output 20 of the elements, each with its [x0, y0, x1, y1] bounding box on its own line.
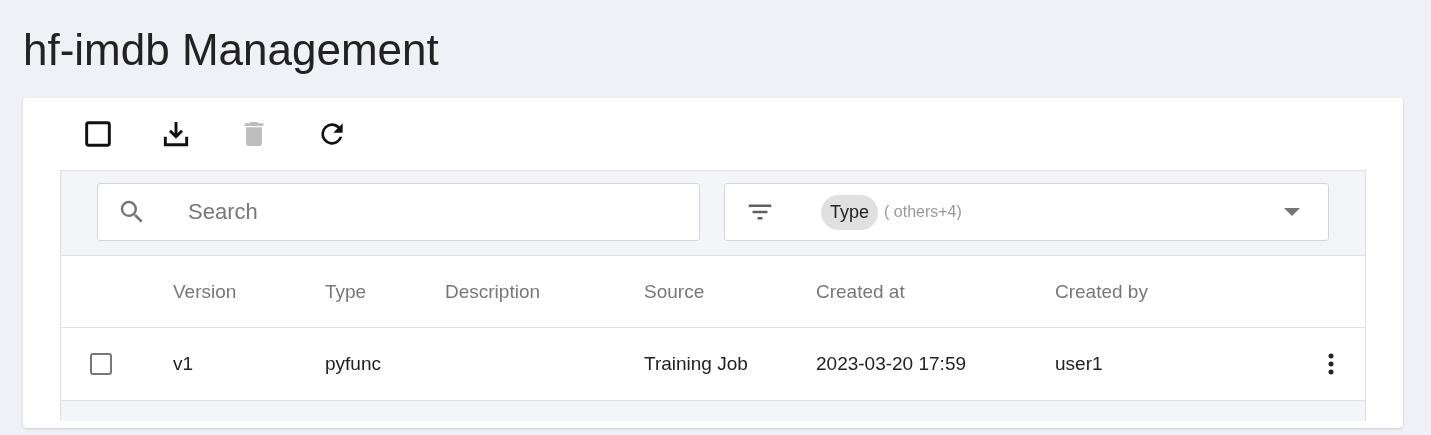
search-field[interactable]: Search — [97, 183, 700, 241]
table-cell: Training Job — [644, 353, 748, 374]
column-header[interactable]: Created at — [816, 280, 1055, 303]
table-cell: pyfunc — [325, 353, 381, 374]
column-header[interactable]: Type — [325, 280, 445, 303]
column-header[interactable]: Version — [173, 280, 325, 303]
row-checkbox[interactable] — [90, 353, 112, 375]
table-cell: 2023-03-20 17:59 — [816, 353, 966, 374]
column-header[interactable]: Description — [445, 280, 644, 303]
more-icon[interactable] — [1328, 352, 1334, 376]
column-header[interactable]: Source — [644, 280, 816, 303]
caret-icon[interactable] — [1284, 208, 1300, 216]
table-cell: user1 — [1055, 353, 1103, 374]
filter-field[interactable]: Type ( others+4) — [724, 183, 1329, 241]
table-cell: v1 — [173, 353, 194, 374]
select-all-checkbox[interactable] — [82, 118, 114, 150]
filter-chip[interactable]: Type — [821, 194, 879, 230]
page-title: hf-imdb Management — [22, 24, 440, 76]
column-header[interactable]: Created by — [1055, 280, 1285, 303]
filter-extra-text: ( others+4) — [884, 203, 962, 221]
